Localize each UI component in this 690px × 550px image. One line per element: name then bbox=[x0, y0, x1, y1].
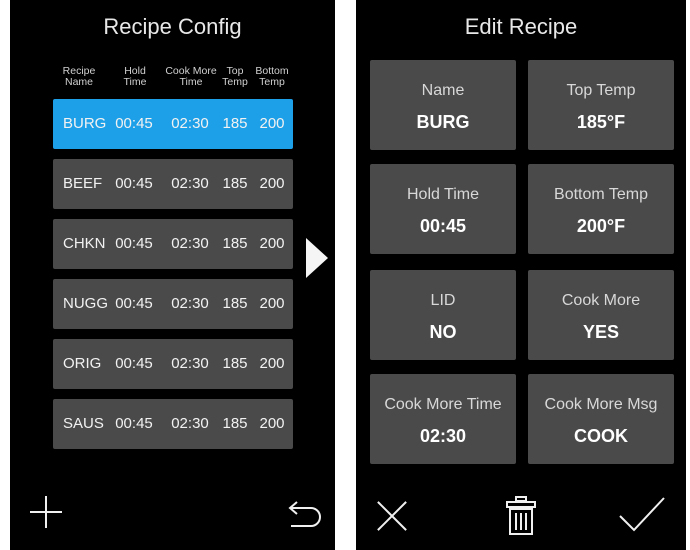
recipe-row-nugg[interactable]: NUGG 00:45 02:30 185 200 bbox=[53, 279, 293, 329]
plus-icon[interactable] bbox=[30, 496, 62, 528]
hold-time: 00:45 bbox=[115, 115, 153, 132]
cook-more-time: 02:30 bbox=[171, 115, 209, 132]
field-label: Cook More Time bbox=[384, 396, 502, 413]
cook-more-field[interactable]: Cook More YES bbox=[528, 270, 674, 360]
cook-more-time: 02:30 bbox=[171, 355, 209, 372]
field-label: Name bbox=[421, 82, 465, 99]
recipe-name: CHKN bbox=[63, 235, 106, 252]
bottom-temp: 200 bbox=[259, 235, 285, 252]
recipe-row-burg[interactable]: BURG 00:45 02:30 185 200 bbox=[53, 99, 293, 149]
recipe-name: SAUS bbox=[63, 415, 104, 432]
bottom-temp: 200 bbox=[259, 415, 285, 432]
recipe-name: NUGG bbox=[63, 295, 108, 312]
top-temp: 185 bbox=[222, 235, 248, 252]
field-value: 185°F bbox=[576, 112, 626, 132]
recipe-name: BURG bbox=[63, 115, 107, 132]
bottom-temp: 200 bbox=[259, 175, 285, 192]
field-value: 02:30 bbox=[419, 426, 467, 446]
recipe-row-beef[interactable]: BEEF 00:45 02:30 185 200 bbox=[53, 159, 293, 209]
right-arrow-icon bbox=[306, 238, 328, 278]
column-header-cook-more-time: Cook More Time bbox=[165, 65, 217, 88]
top-temp: 185 bbox=[222, 175, 248, 192]
field-label: LID bbox=[430, 292, 456, 309]
return-arrow-icon[interactable] bbox=[287, 496, 323, 530]
recipe-row-chkn[interactable]: CHKN 00:45 02:30 185 200 bbox=[53, 219, 293, 269]
recipe-row-saus[interactable]: SAUS 00:45 02:30 185 200 bbox=[53, 399, 293, 449]
hold-time: 00:45 bbox=[115, 175, 153, 192]
cook-more-time-field[interactable]: Cook More Time 02:30 bbox=[370, 374, 516, 464]
checkmark-icon[interactable] bbox=[618, 494, 666, 534]
field-value: YES bbox=[582, 322, 620, 342]
field-label: Cook More bbox=[561, 292, 641, 309]
column-header-bottom-temp: Bottom Temp bbox=[255, 65, 289, 88]
top-temp: 185 bbox=[222, 115, 248, 132]
hold-time: 00:45 bbox=[115, 295, 153, 312]
field-value: NO bbox=[429, 322, 457, 342]
name-field[interactable]: Name BURG bbox=[370, 60, 516, 150]
cook-more-time: 02:30 bbox=[171, 235, 209, 252]
top-temp: 185 bbox=[222, 415, 248, 432]
field-value: COOK bbox=[574, 426, 628, 446]
bottom-temp: 200 bbox=[259, 355, 285, 372]
top-temp: 185 bbox=[222, 295, 248, 312]
top-temp: 185 bbox=[222, 355, 248, 372]
field-label: Bottom Temp bbox=[554, 186, 648, 203]
top-temp-field[interactable]: Top Temp 185°F bbox=[528, 60, 674, 150]
bottom-temp-field[interactable]: Bottom Temp 200°F bbox=[528, 164, 674, 254]
page-title: Edit Recipe bbox=[464, 14, 578, 39]
field-label: Hold Time bbox=[406, 186, 480, 203]
column-header-recipe-name: Recipe Name bbox=[62, 65, 96, 88]
recipe-row-orig[interactable]: ORIG 00:45 02:30 185 200 bbox=[53, 339, 293, 389]
recipe-config-screen: Recipe Config Recipe Name Hold Time Cook M… bbox=[10, 0, 335, 550]
cook-more-time: 02:30 bbox=[171, 415, 209, 432]
field-value: BURG bbox=[416, 112, 470, 132]
field-label: Top Temp bbox=[566, 82, 636, 99]
recipe-name: BEEF bbox=[63, 175, 103, 192]
recipe-name: ORIG bbox=[63, 355, 102, 372]
field-value: 200°F bbox=[576, 216, 626, 236]
hold-time: 00:45 bbox=[115, 415, 153, 432]
cook-more-time: 02:30 bbox=[171, 175, 209, 192]
bottom-temp: 200 bbox=[259, 115, 285, 132]
hold-time: 00:45 bbox=[115, 235, 153, 252]
hold-time: 00:45 bbox=[115, 355, 153, 372]
hold-time-field[interactable]: Hold Time 00:45 bbox=[370, 164, 516, 254]
close-icon[interactable] bbox=[376, 500, 408, 532]
trash-icon[interactable] bbox=[506, 496, 536, 536]
column-header-top-temp: Top Temp bbox=[222, 65, 248, 88]
lid-field[interactable]: LID NO bbox=[370, 270, 516, 360]
cook-more-msg-field[interactable]: Cook More Msg COOK bbox=[528, 374, 674, 464]
page-title: Recipe Config bbox=[103, 14, 242, 39]
recipe-list: BURG 00:45 02:30 185 200 BEEF 00:45 02:3… bbox=[53, 99, 293, 459]
field-value: 00:45 bbox=[419, 216, 467, 236]
edit-recipe-screen: Edit Recipe Name BURG Top Temp 185°F Hol… bbox=[356, 0, 686, 550]
column-header-hold-time: Hold Time bbox=[123, 65, 147, 88]
bottom-temp: 200 bbox=[259, 295, 285, 312]
field-label: Cook More Msg bbox=[544, 396, 658, 413]
cook-more-time: 02:30 bbox=[171, 295, 209, 312]
table-header: Recipe Name Hold Time Cook More Time Top Tem… bbox=[53, 66, 293, 92]
